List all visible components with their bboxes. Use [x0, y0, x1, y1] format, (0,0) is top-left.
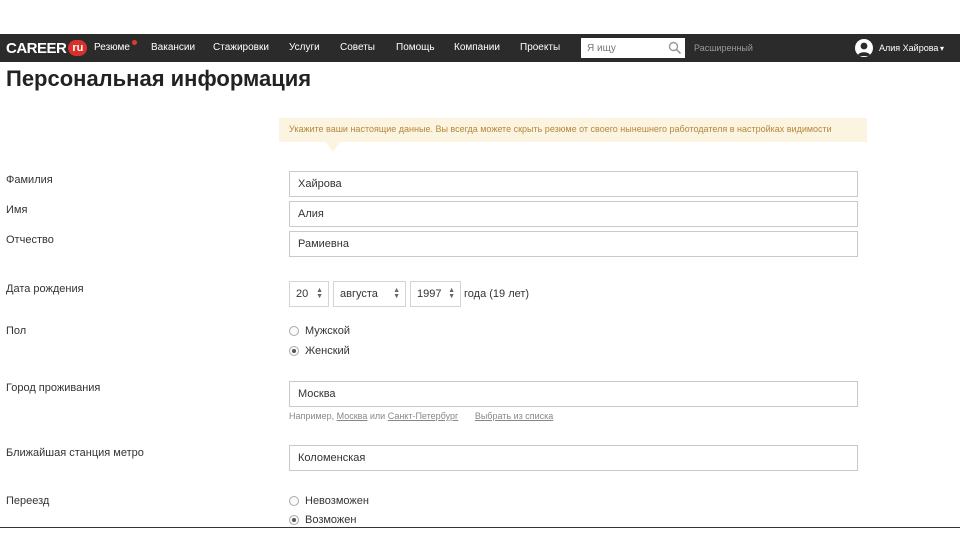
- patronymic-label: Отчество: [6, 234, 54, 246]
- logo-text: CAREER: [6, 39, 67, 57]
- gender-label: Пол: [6, 325, 27, 337]
- bottom-divider: [0, 527, 960, 528]
- birth-month-value: августа: [340, 288, 378, 300]
- nav-item-resume[interactable]: Резюме: [94, 42, 130, 53]
- search-icon[interactable]: [668, 41, 682, 55]
- relocation-option-label: Возможен: [305, 514, 357, 526]
- gender-option-male[interactable]: Мужской: [289, 325, 350, 337]
- top-navigation-bar: CAREER ru Резюме Вакансии Стажировки Усл…: [0, 34, 960, 62]
- city-hint: Например, Москва или Санкт-Петербург Выб…: [289, 411, 553, 421]
- relocation-option-label: Невозможен: [305, 495, 369, 507]
- nav-item-internships[interactable]: Стажировки: [213, 42, 269, 53]
- first-name-label: Имя: [6, 204, 28, 216]
- radio-button[interactable]: [289, 496, 299, 506]
- relocation-option-possible[interactable]: Возможен: [289, 514, 356, 526]
- radio-button-checked[interactable]: [289, 515, 299, 525]
- radio-button-checked[interactable]: [289, 346, 299, 356]
- nav-item-help[interactable]: Помощь: [396, 42, 435, 53]
- last-name-label: Фамилия: [6, 174, 53, 186]
- advanced-search-link[interactable]: Расширенный: [694, 43, 753, 53]
- spinner-arrows-icon: ▲ ▼: [393, 287, 400, 300]
- career-ru-logo[interactable]: CAREER ru: [6, 39, 88, 57]
- user-silhouette-icon: [857, 42, 871, 56]
- notification-dot: [132, 40, 137, 45]
- hint-prefix: Например,: [289, 411, 335, 421]
- user-avatar[interactable]: [855, 39, 873, 57]
- chevron-down-icon[interactable]: ▾: [940, 44, 944, 53]
- nav-item-advice[interactable]: Советы: [340, 42, 375, 53]
- birth-day-select[interactable]: 20 ▲ ▼: [289, 281, 329, 307]
- birth-year-select[interactable]: 1997 ▲ ▼: [410, 281, 461, 307]
- birth-day-value: 20: [296, 288, 309, 300]
- user-name[interactable]: Алия Хайрова: [879, 43, 938, 53]
- logo-badge: ru: [68, 40, 88, 56]
- birth-date-label: Дата рождения: [6, 283, 84, 295]
- birth-month-select[interactable]: августа ▲ ▼: [333, 281, 406, 307]
- hint-example-spb-link[interactable]: Санкт-Петербург: [388, 411, 459, 421]
- city-label: Город проживания: [6, 382, 101, 394]
- patronymic-field[interactable]: [289, 231, 858, 257]
- info-notice: Укажите ваши настоящие данные. Вы всегда…: [279, 118, 867, 142]
- metro-label: Ближайшая станция метро: [6, 447, 144, 459]
- radio-button[interactable]: [289, 326, 299, 336]
- first-name-field[interactable]: [289, 201, 858, 227]
- nav-item-projects[interactable]: Проекты: [520, 42, 560, 53]
- select-from-list-link[interactable]: Выбрать из списка: [475, 411, 553, 421]
- city-field[interactable]: [289, 381, 858, 407]
- hint-or: или: [369, 411, 386, 421]
- birth-year-value: 1997: [417, 288, 442, 300]
- relocation-option-impossible[interactable]: Невозможен: [289, 495, 369, 507]
- nav-item-vacancies[interactable]: Вакансии: [151, 42, 195, 53]
- gender-option-label: Женский: [305, 345, 350, 357]
- nav-item-services[interactable]: Услуги: [289, 42, 320, 53]
- spinner-arrows-icon: ▲ ▼: [448, 287, 455, 300]
- notice-pointer: [326, 142, 340, 152]
- page-title: Персональная информация: [6, 66, 312, 91]
- gender-option-label: Мужской: [305, 325, 350, 337]
- hint-example-moscow-link[interactable]: Москва: [337, 411, 368, 421]
- age-text: года (19 лет): [464, 288, 530, 300]
- relocation-label: Переезд: [6, 495, 50, 507]
- gender-option-female[interactable]: Женский: [289, 345, 350, 357]
- nav-item-companies[interactable]: Компании: [454, 42, 500, 53]
- last-name-field[interactable]: [289, 171, 858, 197]
- spinner-arrows-icon: ▲ ▼: [316, 287, 323, 300]
- metro-field[interactable]: [289, 445, 858, 471]
